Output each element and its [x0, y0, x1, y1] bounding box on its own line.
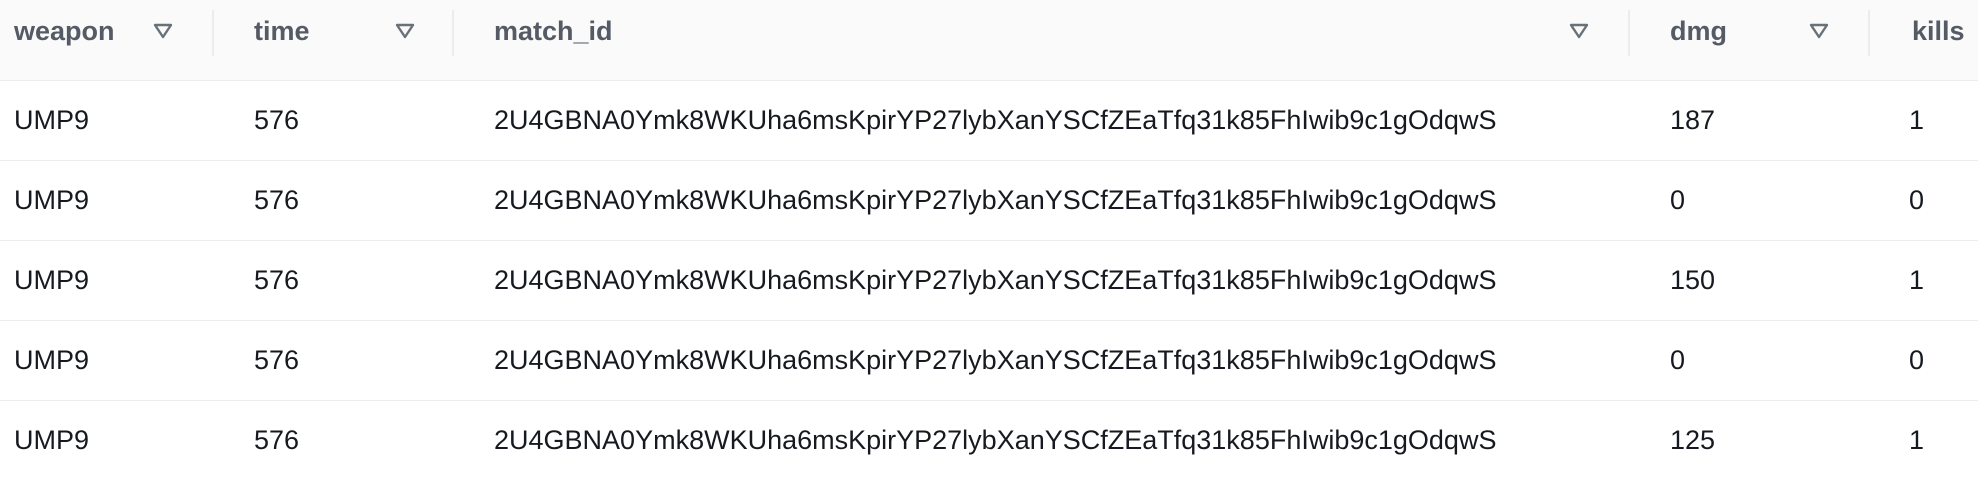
cell-dmg: 150 — [1670, 265, 1716, 295]
sort-filter-icon[interactable] — [1568, 21, 1590, 41]
cell-match-id: 2U4GBNA0Ymk8WKUha6msKpirYP27lybXanYSCfZE… — [494, 105, 1497, 135]
results-table: weapon time match_id dmg kills UMP9 576 … — [0, 0, 1978, 481]
cell-match-id: 2U4GBNA0Ymk8WKUha6msKpirYP27lybXanYSCfZE… — [494, 265, 1497, 295]
column-label-weapon: weapon — [14, 16, 115, 46]
cell-match-id: 2U4GBNA0Ymk8WKUha6msKpirYP27lybXanYSCfZE… — [494, 345, 1497, 375]
cell-kills: 0 — [1909, 185, 1925, 215]
cell-time: 576 — [254, 265, 300, 295]
column-header-kills[interactable]: kills — [1870, 0, 1978, 80]
column-label-match-id: match_id — [494, 16, 613, 46]
cell-match-id: 2U4GBNA0Ymk8WKUha6msKpirYP27lybXanYSCfZE… — [494, 425, 1497, 455]
cell-time: 576 — [254, 345, 300, 375]
column-label-kills: kills — [1912, 16, 1965, 46]
cell-dmg: 187 — [1670, 105, 1716, 135]
column-header-time[interactable]: time — [214, 0, 452, 80]
cell-dmg: 0 — [1670, 345, 1686, 375]
cell-weapon: UMP9 — [14, 185, 90, 215]
cell-weapon: UMP9 — [14, 265, 90, 295]
column-label-time: time — [254, 16, 310, 46]
column-label-dmg: dmg — [1670, 16, 1727, 46]
column-header-dmg[interactable]: dmg — [1630, 0, 1868, 80]
cell-weapon: UMP9 — [14, 345, 90, 375]
cell-time: 576 — [254, 425, 300, 455]
cell-weapon: UMP9 — [14, 425, 90, 455]
sort-filter-icon[interactable] — [394, 21, 416, 41]
cell-match-id: 2U4GBNA0Ymk8WKUha6msKpirYP27lybXanYSCfZE… — [494, 185, 1497, 215]
cell-kills: 1 — [1909, 425, 1925, 455]
table-row: UMP9 576 2U4GBNA0Ymk8WKUha6msKpirYP27lyb… — [0, 241, 1978, 321]
cell-time: 576 — [254, 105, 300, 135]
table-row: UMP9 576 2U4GBNA0Ymk8WKUha6msKpirYP27lyb… — [0, 401, 1978, 481]
cell-weapon: UMP9 — [14, 105, 90, 135]
column-header-weapon[interactable]: weapon — [0, 0, 212, 80]
cell-kills: 0 — [1909, 345, 1925, 375]
column-header-match-id[interactable]: match_id — [454, 0, 1628, 80]
cell-kills: 1 — [1909, 265, 1925, 295]
table-row: UMP9 576 2U4GBNA0Ymk8WKUha6msKpirYP27lyb… — [0, 321, 1978, 401]
cell-kills: 1 — [1909, 105, 1925, 135]
cell-dmg: 125 — [1670, 425, 1716, 455]
sort-filter-icon[interactable] — [1808, 21, 1830, 41]
sort-filter-icon[interactable] — [152, 21, 174, 41]
table-row: UMP9 576 2U4GBNA0Ymk8WKUha6msKpirYP27lyb… — [0, 81, 1978, 161]
table-header: weapon time match_id dmg kills — [0, 0, 1978, 81]
cell-time: 576 — [254, 185, 300, 215]
table-row: UMP9 576 2U4GBNA0Ymk8WKUha6msKpirYP27lyb… — [0, 161, 1978, 241]
cell-dmg: 0 — [1670, 185, 1686, 215]
